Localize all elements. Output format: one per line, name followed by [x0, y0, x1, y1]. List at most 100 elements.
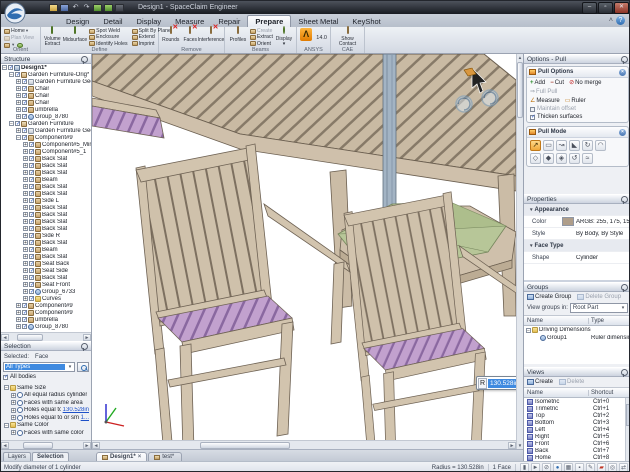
expand-toggle-icon[interactable]: [23, 275, 28, 280]
pull-mode-button[interactable]: ◇: [530, 153, 541, 164]
pin-icon[interactable]: [621, 369, 628, 376]
visibility-checkbox[interactable]: [22, 79, 27, 84]
qat-icon[interactable]: [93, 4, 102, 12]
view-row[interactable]: Back Ctrl+7: [524, 447, 630, 454]
expand-toggle-icon[interactable]: [23, 184, 28, 189]
group-row[interactable]: Group1 Ruler dimension: [524, 334, 630, 342]
remove-button[interactable]: Interference: [201, 28, 221, 47]
column-type[interactable]: Type: [589, 318, 630, 324]
status-icon[interactable]: ⊘: [542, 463, 551, 472]
plan-view-button[interactable]: Plan View: [4, 35, 37, 41]
column-name[interactable]: Name: [524, 390, 589, 396]
minimize-button[interactable]: –: [582, 2, 597, 14]
qat-icon[interactable]: ↷: [82, 4, 91, 12]
view-row[interactable]: Right Ctrl+5: [524, 433, 630, 440]
visibility-checkbox[interactable]: [22, 317, 27, 322]
beams-small-button[interactable]: Orient: [250, 41, 273, 47]
tree-item[interactable]: Back Slat: [1, 253, 91, 260]
expand-toggle-icon[interactable]: [23, 149, 28, 154]
selection-tree-item[interactable]: Faces with same color: [3, 429, 89, 437]
visibility-checkbox[interactable]: [29, 226, 34, 231]
maximize-button[interactable]: ▫: [598, 2, 613, 14]
close-tab-icon[interactable]: ×: [138, 454, 142, 460]
delete-group-button[interactable]: Delete Group: [577, 294, 621, 300]
selection-tree-item[interactable]: All equal radius cylinders: [3, 392, 89, 400]
visibility-checkbox[interactable]: [22, 128, 27, 133]
scroll-thumb[interactable]: [626, 404, 630, 426]
tree-item[interactable]: Component#9: [1, 302, 91, 309]
expand-toggle-icon[interactable]: [11, 430, 16, 435]
search-button[interactable]: [77, 362, 89, 372]
selection-filter-combobox[interactable]: All Types ▾: [3, 362, 75, 372]
view-row[interactable]: Top Ctrl+2: [524, 412, 630, 419]
pin-icon[interactable]: [621, 284, 628, 291]
cut-option[interactable]: −Cut: [550, 80, 564, 86]
view-row[interactable]: Bottom Ctrl+3: [524, 419, 630, 426]
scroll-left-icon[interactable]: ◄: [1, 442, 9, 449]
ribbon-tab[interactable]: Sheet Metal: [291, 16, 345, 27]
visibility-checkbox[interactable]: [15, 72, 20, 77]
delete-view-button[interactable]: Delete: [559, 379, 584, 385]
tree-item[interactable]: Seat Side: [1, 267, 91, 274]
visibility-checkbox[interactable]: [29, 275, 34, 280]
tree-item[interactable]: Beam: [1, 246, 91, 253]
visibility-checkbox[interactable]: [29, 247, 34, 252]
qat-icon[interactable]: [49, 4, 58, 12]
3d-scene[interactable]: [92, 54, 516, 441]
column-name[interactable]: Name: [524, 318, 589, 324]
tree-item[interactable]: Back Slat: [1, 225, 91, 232]
visibility-checkbox[interactable]: [29, 240, 34, 245]
expand-toggle-icon[interactable]: [16, 310, 21, 315]
expand-toggle-icon[interactable]: [23, 233, 28, 238]
document-tab[interactable]: Design1* ×: [96, 452, 147, 461]
ribbon-tab[interactable]: Design: [59, 16, 96, 27]
expand-toggle-icon[interactable]: [9, 72, 14, 77]
status-icon[interactable]: ⇄: [619, 463, 628, 472]
status-icon[interactable]: ▮: [520, 463, 529, 472]
status-icon[interactable]: ►: [531, 463, 540, 472]
tree-item[interactable]: Garden Furniture Geome: [1, 127, 91, 134]
property-value[interactable]: ARGB: 255, 175, 158, 1...: [576, 219, 630, 225]
collapse-icon[interactable]: ×: [619, 129, 626, 136]
tree-item[interactable]: Back Slat: [1, 204, 91, 211]
close-button[interactable]: ✕: [614, 2, 629, 14]
property-row[interactable]: Style By Body, By Style: [524, 228, 630, 240]
pull-mode-button[interactable]: ↺: [569, 153, 580, 164]
expand-toggle-icon[interactable]: [23, 212, 28, 217]
visibility-checkbox[interactable]: [22, 324, 27, 329]
ribbon-tab[interactable]: Detail: [96, 16, 129, 27]
column-shortcut[interactable]: Shortcut: [589, 390, 630, 396]
expand-toggle-icon[interactable]: [16, 135, 21, 140]
property-row[interactable]: Shape Cylinder: [524, 252, 630, 264]
pin-icon[interactable]: [621, 196, 628, 203]
maintain-offset-checkbox[interactable]: [530, 107, 535, 112]
status-icon[interactable]: ▰: [597, 463, 606, 472]
visibility-checkbox[interactable]: [22, 86, 27, 91]
visibility-checkbox[interactable]: [8, 65, 13, 70]
pull-mode-button[interactable]: ≈: [582, 153, 593, 164]
beams-display-button[interactable]: Display ▾: [275, 28, 293, 47]
tree-item[interactable]: Back Slat: [1, 169, 91, 176]
property-value[interactable]: Cylinder: [576, 255, 630, 261]
tree-item[interactable]: Component#5_Mirror: [1, 141, 91, 148]
panel-tab[interactable]: Selection: [32, 452, 69, 461]
expand-toggle-icon[interactable]: [16, 317, 21, 322]
qat-icon[interactable]: [115, 4, 124, 12]
expand-toggle-icon[interactable]: [23, 268, 28, 273]
visibility-checkbox[interactable]: [29, 184, 34, 189]
visibility-checkbox[interactable]: [29, 191, 34, 196]
tree-item[interactable]: Back Slat: [1, 155, 91, 162]
visibility-checkbox[interactable]: [29, 205, 34, 210]
color-swatch[interactable]: [562, 217, 574, 226]
expand-toggle-icon[interactable]: [11, 415, 16, 420]
panel-tab[interactable]: Layers: [3, 452, 31, 461]
pin-icon[interactable]: [81, 56, 88, 63]
status-icon[interactable]: ✎: [586, 463, 595, 472]
pull-mode-button[interactable]: ↻: [582, 140, 593, 151]
selection-hscrollbar[interactable]: ◄ ►: [1, 440, 91, 449]
home-button[interactable]: Home▾: [4, 28, 37, 34]
qat-icon[interactable]: [104, 4, 113, 12]
visibility-checkbox[interactable]: [29, 254, 34, 259]
qat-icon[interactable]: ↶: [71, 4, 80, 12]
ansys-logo-icon[interactable]: Λ: [300, 28, 312, 41]
